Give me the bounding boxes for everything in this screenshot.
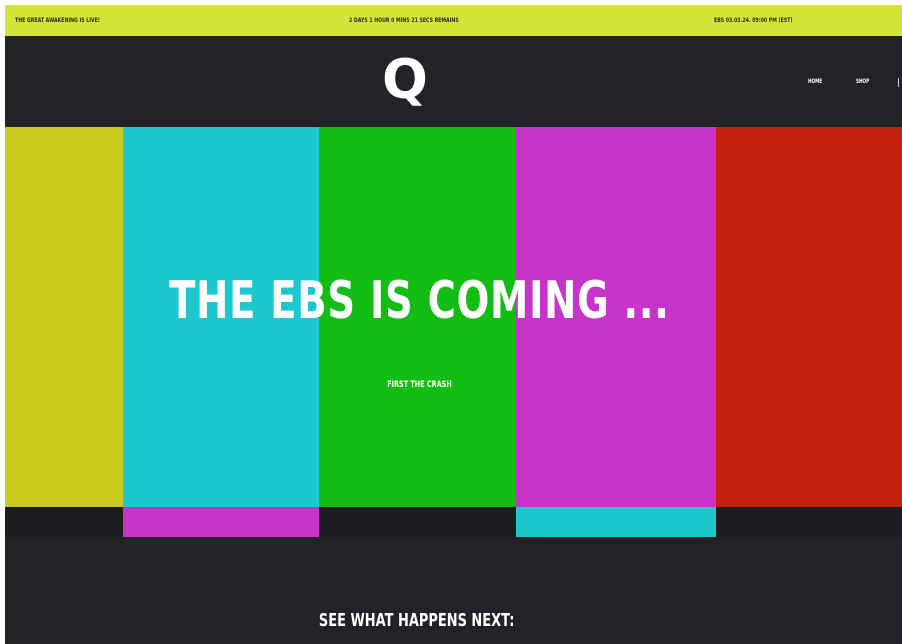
test-bar-yellow	[5, 127, 123, 507]
announcement-left-text: THE GREAT AWAKENING IS LIVE!	[15, 17, 100, 24]
event-date-text: EBS 03.03.24. 09:00 PM (EST)	[714, 17, 793, 24]
countdown-timer: 2 DAYS 1 HOUR 0 MINS 21 SECS REMAINS	[349, 17, 459, 24]
hero-title: THE EBS IS COMING ...	[169, 271, 670, 331]
nav-link-shop[interactable]: SHOP	[856, 78, 869, 85]
test-bar-red	[716, 127, 902, 507]
page-frame: THE GREAT AWAKENING IS LIVE! 2 DAYS 1 HO…	[5, 5, 902, 644]
test-strip-dark	[5, 507, 123, 537]
next-section: SEE WHAT HAPPENS NEXT:	[5, 537, 902, 644]
nav-link-home[interactable]: HOME	[808, 78, 822, 85]
test-strip-magenta	[123, 507, 319, 537]
announcement-bar: THE GREAT AWAKENING IS LIVE! 2 DAYS 1 HO…	[5, 5, 902, 36]
hero-subtitle: FIRST THE CRASH	[387, 380, 452, 390]
test-strip-cyan	[516, 507, 716, 537]
test-strip-dark	[716, 507, 902, 537]
site-logo[interactable]: Q	[382, 52, 428, 108]
test-strip-dark	[319, 507, 516, 537]
site-header: Q HOME SHOP	[5, 36, 902, 127]
nav-cart-icon[interactable]	[898, 78, 902, 87]
hero-banner: THE EBS IS COMING ... FIRST THE CRASH	[5, 127, 902, 537]
section-title: SEE WHAT HAPPENS NEXT:	[318, 610, 515, 631]
